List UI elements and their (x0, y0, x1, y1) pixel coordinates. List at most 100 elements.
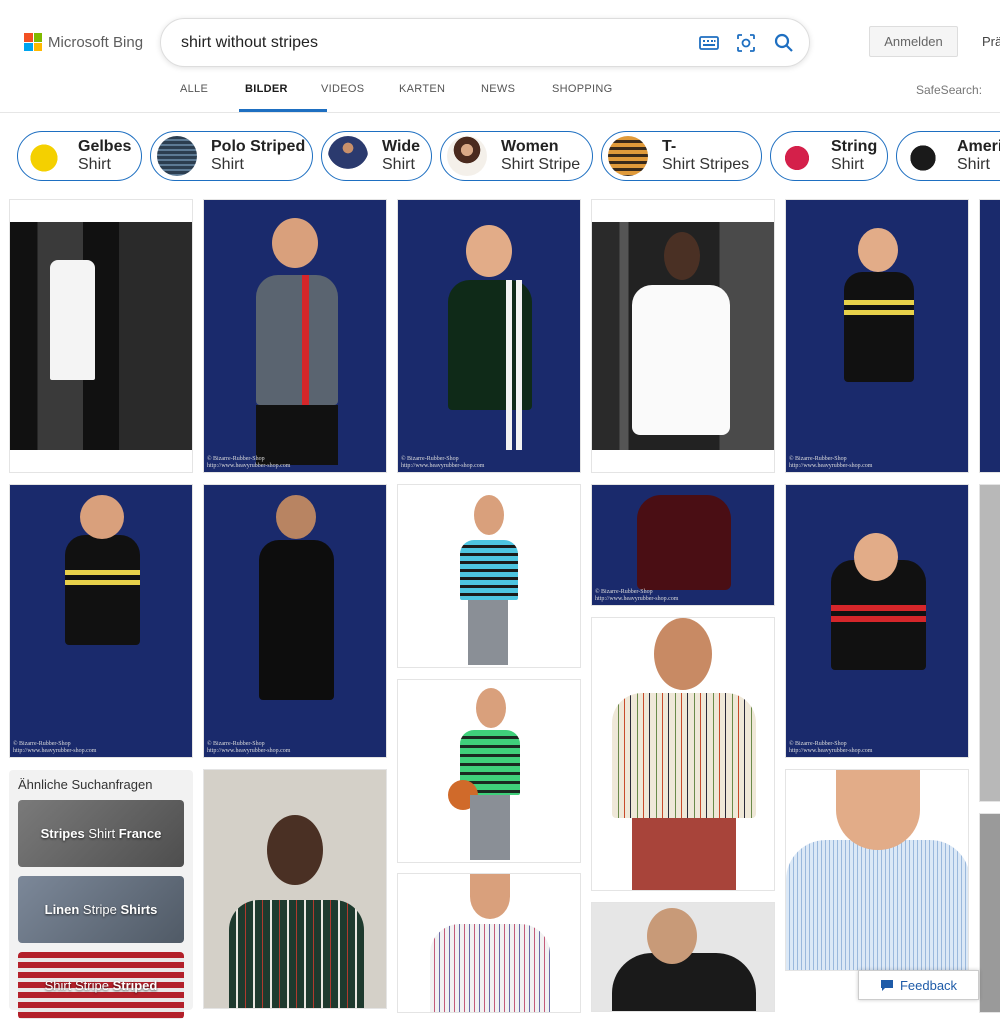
stripe (844, 300, 914, 305)
stripe (65, 580, 140, 585)
image-result[interactable] (591, 199, 775, 473)
head (466, 225, 512, 277)
chip-label: String Shirt (831, 138, 878, 173)
chip-thumbnail (24, 136, 64, 176)
image-result[interactable]: © Bizarre-Rubber-Shop http://www.heavyrub… (785, 484, 969, 758)
search-icon[interactable] (772, 31, 796, 55)
shirt-figure (256, 275, 338, 405)
chip-string-shirt[interactable]: String Shirt (770, 131, 888, 181)
head (647, 908, 697, 964)
preferences-link[interactable]: Prä (982, 34, 1000, 49)
image-result[interactable] (591, 617, 775, 891)
chip-label: Women Shirt Stripe (501, 138, 581, 173)
stripe (831, 605, 926, 611)
chip-thumbnail (328, 136, 368, 176)
head (654, 618, 712, 690)
image-result[interactable] (397, 679, 581, 863)
tab-videos[interactable]: VIDEOS (321, 83, 399, 112)
chip-thumbnail (157, 136, 197, 176)
image-result[interactable]: © Bizarre-Rubber-Shop http://www.heavyrub… (397, 199, 581, 473)
watermark: © Bizarre-Rubber-Shop http://www.heavyrub… (207, 741, 291, 754)
feedback-button[interactable]: Feedback (858, 970, 979, 1000)
shirt-figure (259, 540, 334, 700)
tab-bilder[interactable]: BILDER (239, 83, 327, 112)
chip-american-shirt[interactable]: AmericShirt (896, 131, 1000, 181)
search-input[interactable]: shirt without stripes (181, 34, 318, 52)
bing-logo[interactable]: Microsoft Bing (24, 33, 143, 51)
image-result[interactable] (397, 873, 581, 1013)
logo-text: Microsoft Bing (48, 33, 144, 51)
tab-shopping[interactable]: SHOPPING (552, 83, 632, 112)
watermark: © Bizarre-Rubber-Shop http://www.heavyrub… (789, 741, 873, 754)
feedback-icon (880, 980, 893, 991)
chip-thumbnail (903, 136, 943, 176)
shirt-figure (844, 272, 914, 382)
chip-thumbnail (608, 136, 648, 176)
shirt-figure (786, 840, 968, 970)
jeans (468, 600, 508, 665)
nav-tabs: ALLE BILDER VIDEOS KARTEN NEWS SHOPPING (180, 83, 632, 112)
shirt-figure (632, 285, 730, 435)
shirt-figure (637, 495, 731, 590)
image-result[interactable] (203, 769, 387, 1009)
tab-news[interactable]: NEWS (481, 83, 552, 112)
visual-search-icon[interactable] (734, 31, 758, 55)
head (80, 495, 124, 539)
chip-label: Gelbes Shirt (78, 138, 132, 173)
tab-alle[interactable]: ALLE (180, 83, 245, 112)
chip-gelbes-shirt[interactable]: Gelbes Shirt (17, 131, 142, 181)
tab-karten[interactable]: KARTEN (399, 83, 481, 112)
shirt-figure (50, 260, 95, 380)
stripe (506, 280, 512, 450)
head (476, 688, 506, 728)
chip-polo-striped-shirt[interactable]: Polo Striped Shirt (150, 131, 313, 181)
image-result[interactable]: © Bizarre-Rubber-Shop http://www.heavyrub… (591, 484, 775, 606)
signin-button[interactable]: Anmelden (869, 26, 958, 57)
image-result[interactable] (591, 902, 775, 1012)
stripe (844, 310, 914, 315)
header: Microsoft Bing shirt without stripes Anm… (0, 0, 1000, 113)
chip-wide-shirt[interactable]: Wide Shirt (321, 131, 432, 181)
head (854, 533, 898, 581)
shirt-figure (460, 540, 518, 600)
head (836, 770, 920, 850)
image-result[interactable]: © Bizarre-Rubber-Shop http://www.heavyrub… (785, 199, 969, 473)
image-result[interactable] (397, 484, 581, 668)
chip-women-shirt-stripe[interactable]: Women Shirt Stripe (440, 131, 593, 181)
stripe (302, 275, 309, 405)
related-searches-panel: Ähnliche Suchanfragen Stripes Shirt Fran… (9, 770, 193, 1019)
feedback-label: Feedback (899, 977, 958, 993)
shirt-figure (612, 693, 756, 818)
shirt-figure (65, 535, 140, 645)
shirt-figure (229, 900, 364, 1008)
chip-t-shirt-stripes[interactable]: T- Shirt Stripes (601, 131, 762, 181)
image-result[interactable] (9, 199, 193, 473)
related-item-linen-stripe-shirts[interactable]: Linen Stripe Shirts (18, 876, 184, 943)
image-result[interactable] (979, 484, 1000, 802)
image-result[interactable] (785, 769, 969, 971)
jeans (470, 795, 510, 860)
search-box[interactable]: shirt without stripes (160, 18, 810, 67)
safesearch-toggle[interactable]: SafeSearch: (916, 83, 982, 97)
image-result[interactable]: © Bizarre-Rubber-Shop http://www.heavyrub… (9, 484, 193, 758)
chip-thumbnail (447, 136, 487, 176)
head (272, 218, 318, 268)
related-item-stripes-shirt-france[interactable]: Stripes Shirt France (18, 800, 184, 867)
result-thumbnail (10, 222, 192, 450)
chip-label: T- Shirt Stripes (662, 138, 750, 173)
head (664, 232, 700, 280)
head (474, 495, 504, 535)
stripe (65, 570, 140, 575)
head (276, 495, 316, 539)
related-item-shirt-stripe-striped[interactable]: Shirt Stripe Striped (18, 952, 184, 1019)
related-searches-title: Ähnliche Suchanfragen (18, 777, 153, 792)
head (470, 874, 510, 919)
stripe (516, 280, 522, 450)
image-result[interactable]: © Bizarre-Rubber-Shop http://www.heavyrub… (203, 484, 387, 758)
watermark: © Bizarre-Rubber-Shop http://www.heavyrub… (13, 741, 97, 754)
image-result[interactable]: © Bizarre-Rubber-Shop http://www.heavyrub… (203, 199, 387, 473)
keyboard-icon[interactable] (697, 31, 721, 55)
image-result[interactable] (979, 813, 1000, 1013)
chip-label: Wide Shirt (382, 138, 421, 173)
image-result[interactable] (979, 199, 1000, 473)
